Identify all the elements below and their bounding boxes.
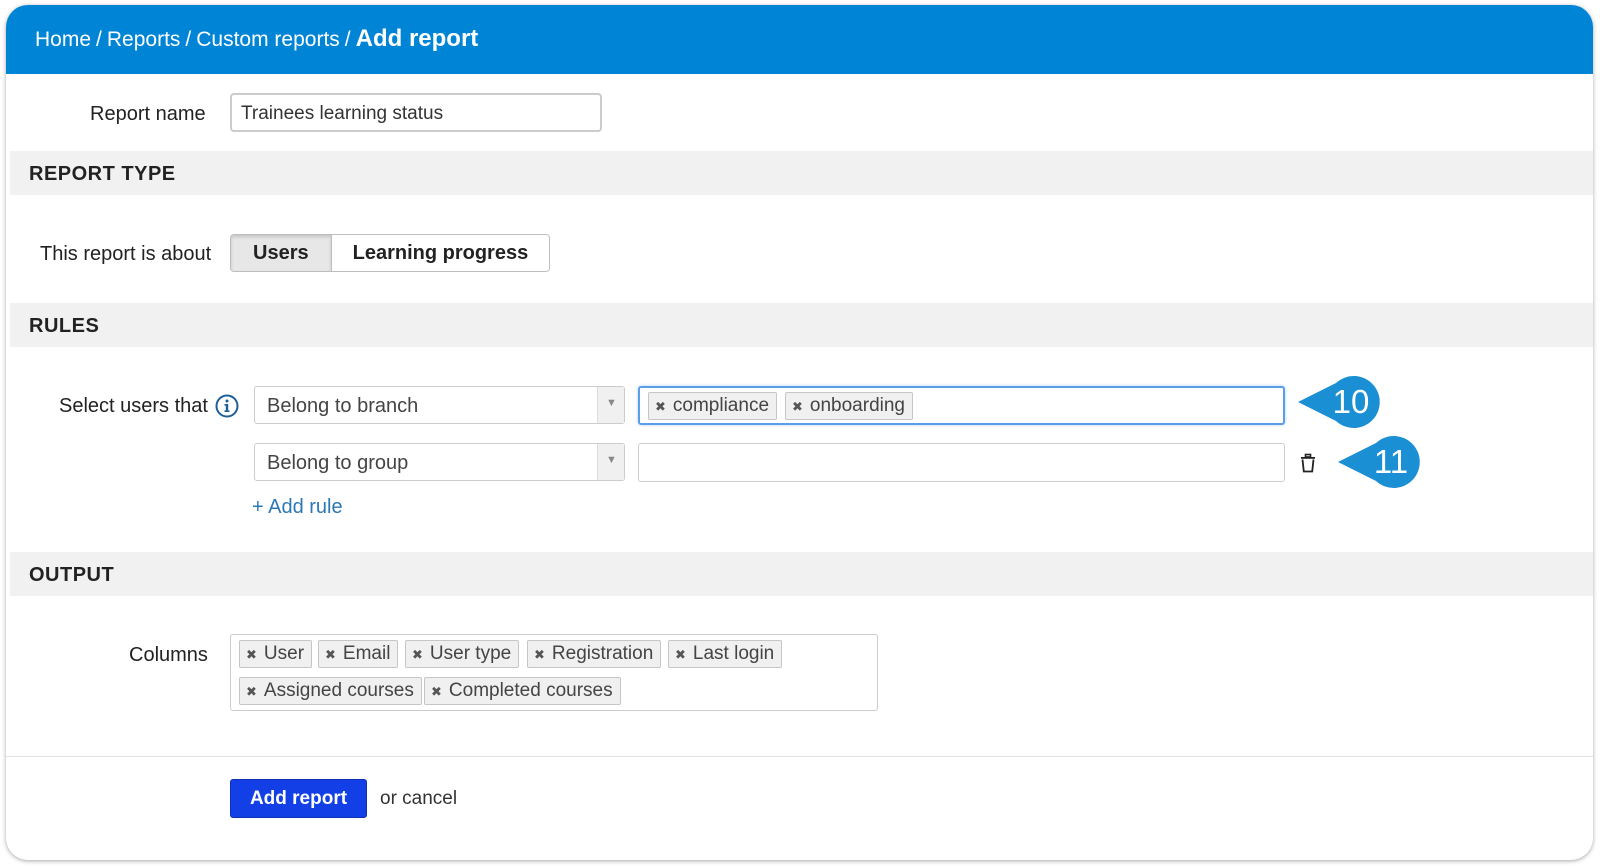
tag-label: onboarding <box>809 395 905 416</box>
header-bar: Home / Reports / Custom reports / Add report <box>6 5 1593 74</box>
tag-label: User type <box>429 643 512 664</box>
column-tag: ✖ Assigned courses <box>239 677 422 705</box>
report-type-section-title: REPORT TYPE <box>29 163 176 185</box>
output-section-header: OUTPUT <box>10 552 1593 596</box>
remove-tag-icon[interactable]: ✖ <box>246 684 257 699</box>
rules-section-title: RULES <box>29 315 100 337</box>
tag-label: Last login <box>692 643 775 664</box>
add-rule-link[interactable]: + Add rule <box>252 496 343 519</box>
column-tag: ✖ Email <box>318 640 399 668</box>
callout-number: 10 <box>1333 383 1370 420</box>
tag-label: User <box>263 643 305 664</box>
columns-label: Columns <box>129 644 208 666</box>
report-form-card: Home / Reports / Custom reports / Add report R… <box>6 5 1593 860</box>
remove-tag-icon[interactable]: ✖ <box>655 399 666 414</box>
column-tag: ✖ Last login <box>668 640 783 668</box>
rule-values-input[interactable] <box>638 443 1285 482</box>
column-tag: ✖ User <box>239 640 313 668</box>
rule-values-input[interactable]: ✖ compliance ✖ onboarding <box>638 386 1285 425</box>
breadcrumb-home[interactable]: Home <box>35 28 91 51</box>
tag-label: compliance <box>672 395 770 416</box>
value-tag: ✖ compliance <box>648 392 778 420</box>
column-tag: ✖ User type <box>405 640 520 668</box>
cancel-link[interactable]: or cancel <box>380 788 457 810</box>
trash-icon[interactable] <box>1297 452 1319 474</box>
rule-condition-select[interactable]: Belong to branch ▼ <box>254 386 625 424</box>
dropdown-arrow-icon[interactable]: ▼ <box>597 387 624 423</box>
info-circle-icon[interactable] <box>215 394 239 418</box>
value-tag: ✖ onboarding <box>785 392 913 420</box>
breadcrumb-custom-reports[interactable]: Custom reports <box>196 28 340 51</box>
select-users-label: Select users that <box>59 395 208 417</box>
tag-label: Completed courses <box>448 680 613 701</box>
remove-tag-icon[interactable]: ✖ <box>325 647 336 662</box>
rule-condition-value: Belong to branch <box>267 395 419 417</box>
callout-badge: 10 <box>1298 376 1380 428</box>
remove-tag-icon[interactable]: ✖ <box>534 647 545 662</box>
breadcrumb-separator: / <box>185 28 192 51</box>
remove-tag-icon[interactable]: ✖ <box>675 647 686 662</box>
rule-condition-select[interactable]: Belong to group ▼ <box>254 443 625 481</box>
breadcrumb: Home / Reports / Custom reports / Add report <box>35 25 478 53</box>
breadcrumb-reports[interactable]: Reports <box>107 28 181 51</box>
column-tag: ✖ Registration <box>527 640 662 668</box>
report-type-toggle: Users Learning progress <box>230 234 551 272</box>
tag-label: Email <box>342 643 391 664</box>
add-report-button[interactable]: Add report <box>230 779 367 818</box>
tag-label: Registration <box>551 643 654 664</box>
remove-tag-icon[interactable]: ✖ <box>792 399 803 414</box>
remove-tag-icon[interactable]: ✖ <box>246 647 257 662</box>
breadcrumb-separator: / <box>96 28 102 51</box>
dropdown-arrow-icon[interactable]: ▼ <box>597 444 624 480</box>
footer-divider <box>6 756 1593 757</box>
remove-tag-icon[interactable]: ✖ <box>412 647 423 662</box>
breadcrumb-separator: / <box>344 28 351 51</box>
columns-input[interactable]: ✖ User ✖ Email ✖ User type ✖ Registration ✖ L… <box>230 634 878 711</box>
report-name-label: Report name <box>90 103 206 125</box>
report-type-users-option[interactable]: Users <box>231 235 332 271</box>
callout-number: 11 <box>1374 443 1408 480</box>
output-section-title: OUTPUT <box>29 564 115 586</box>
rule-condition-value: Belong to group <box>267 452 409 474</box>
report-type-section-header: REPORT TYPE <box>10 151 1593 195</box>
report-name-value: Trainees learning status <box>241 103 444 124</box>
page-title: Add report <box>355 25 479 52</box>
report-name-input[interactable]: Trainees learning status <box>230 93 602 132</box>
callout-badge: 11 <box>1338 436 1420 488</box>
rules-section-header: RULES <box>10 303 1593 347</box>
tag-label: Assigned courses <box>263 680 414 701</box>
report-about-label: This report is about <box>40 243 212 265</box>
report-type-learning-progress-option[interactable]: Learning progress <box>331 235 550 271</box>
remove-tag-icon[interactable]: ✖ <box>431 684 442 699</box>
column-tag: ✖ Completed courses <box>424 677 621 705</box>
